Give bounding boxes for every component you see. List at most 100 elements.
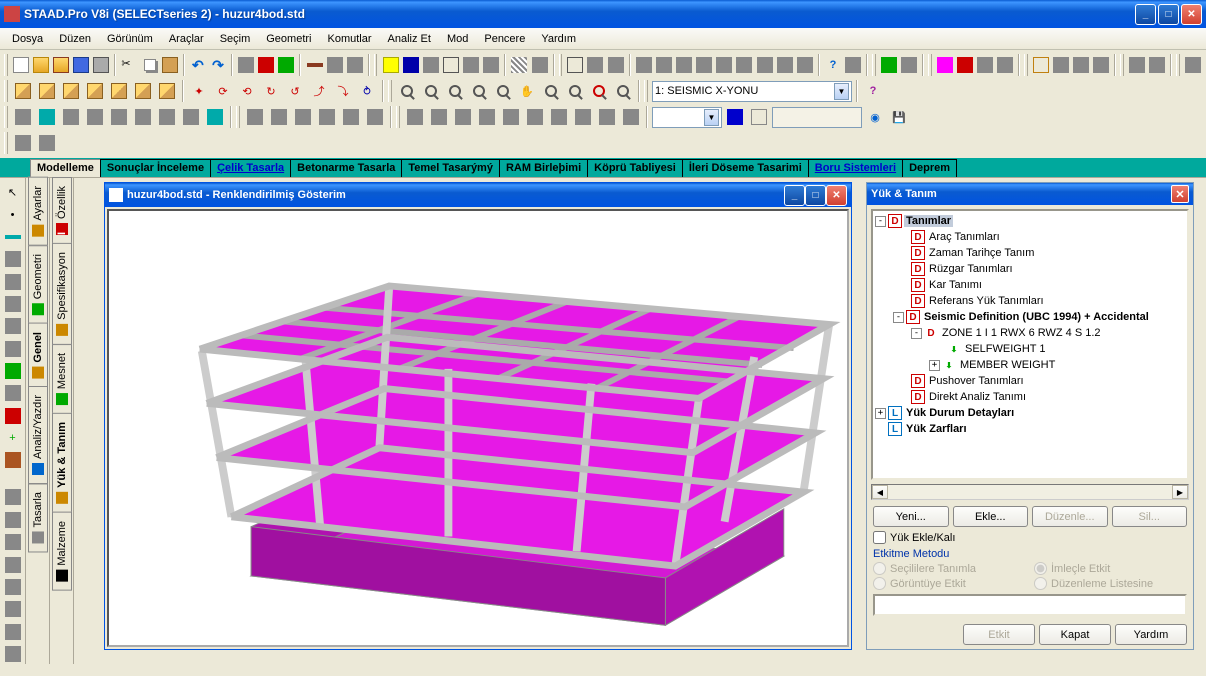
rotate-6-button[interactable]: ⤵ xyxy=(332,80,354,102)
sel-27[interactable] xyxy=(748,106,770,128)
tb-btn-40[interactable] xyxy=(1184,54,1202,76)
zoom-btn-x[interactable] xyxy=(564,80,586,102)
tb-btn-26[interactable] xyxy=(796,54,814,76)
tb-btn-22[interactable] xyxy=(715,54,733,76)
vt-15[interactable] xyxy=(2,510,24,530)
menu-pencere[interactable]: Pencere xyxy=(476,31,533,47)
print-button[interactable] xyxy=(92,54,110,76)
menu-analiz-et[interactable]: Analiz Et xyxy=(380,31,439,47)
tree-item[interactable]: DPushover Tanımları xyxy=(875,373,1185,389)
vt-18[interactable] xyxy=(2,577,24,597)
tree-item[interactable]: DZaman Tarihçe Tanım xyxy=(875,245,1185,261)
vtab-ozellik[interactable]: IÖzellik xyxy=(52,177,72,244)
delete-button[interactable]: Sil... xyxy=(1112,506,1188,527)
tab-betonarme[interactable]: Betonarme Tasarla xyxy=(290,159,402,177)
tb-btn-33[interactable] xyxy=(996,54,1014,76)
cube-4-button[interactable] xyxy=(84,80,106,102)
vtab-tasarla[interactable]: Tasarla xyxy=(28,483,48,552)
zoom-btn-y[interactable] xyxy=(588,80,610,102)
sel-10[interactable] xyxy=(244,106,266,128)
assign-button[interactable]: Etkit xyxy=(963,624,1035,645)
sel-11[interactable] xyxy=(268,106,290,128)
sel-7[interactable] xyxy=(156,106,178,128)
tree-item-zone[interactable]: -DZONE 1 I 1 RWX 6 RWZ 4 S 1.2 xyxy=(875,325,1185,341)
tb-btn-7[interactable] xyxy=(381,54,399,76)
tb-btn-27[interactable] xyxy=(844,54,862,76)
new-button[interactable] xyxy=(12,54,30,76)
radio-edit-list[interactable]: Düzenleme Listesine xyxy=(1034,577,1187,590)
tree-item[interactable]: DKar Tanımı xyxy=(875,277,1185,293)
chevron-down-icon[interactable]: ▼ xyxy=(834,83,849,100)
collapse-icon[interactable]: - xyxy=(911,328,922,339)
doc-close-button[interactable]: ✕ xyxy=(826,185,847,206)
cut-button[interactable]: ✂ xyxy=(120,54,138,76)
tb-btn-38[interactable] xyxy=(1128,54,1146,76)
r4-1[interactable] xyxy=(12,132,34,154)
tb-btn-2[interactable] xyxy=(257,54,275,76)
vt-9[interactable] xyxy=(2,361,24,381)
zoom-prev-button[interactable] xyxy=(492,80,514,102)
undo-button[interactable]: ↶ xyxy=(189,54,207,76)
sel-cursor-button[interactable]: ↖ xyxy=(2,182,24,202)
tab-boru[interactable]: Boru Sistemleri xyxy=(808,159,903,177)
radio-cursor[interactable]: İmleçle Etkit xyxy=(1034,562,1187,575)
sel-3[interactable] xyxy=(60,106,82,128)
info-button[interactable]: ? xyxy=(862,80,884,102)
sel-6[interactable] xyxy=(132,106,154,128)
vt-8[interactable] xyxy=(2,338,24,358)
sel-beam-button[interactable] xyxy=(2,227,24,247)
tb-btn-10[interactable] xyxy=(442,54,460,76)
tb-btn-37[interactable] xyxy=(1092,54,1110,76)
vtab-yuk-tanim[interactable]: Yük & Tanım xyxy=(52,413,72,513)
grip-icon[interactable] xyxy=(559,54,563,76)
grip-icon[interactable] xyxy=(4,106,8,128)
sel-16[interactable] xyxy=(404,106,426,128)
menu-komutlar[interactable]: Komutlar xyxy=(320,31,380,47)
menu-araclar[interactable]: Araçlar xyxy=(161,31,212,47)
tb-btn-24[interactable] xyxy=(755,54,773,76)
grip-icon[interactable] xyxy=(4,54,8,76)
tb-btn-35[interactable] xyxy=(1052,54,1070,76)
tb-btn-6[interactable] xyxy=(346,54,364,76)
spin-button[interactable]: ⥁ xyxy=(356,80,378,102)
vtab-genel[interactable]: Genel xyxy=(28,323,48,388)
copy-button[interactable] xyxy=(140,54,158,76)
sel-2[interactable] xyxy=(36,106,58,128)
rotate-1-button[interactable]: ⟳ xyxy=(212,80,234,102)
combo-small-2[interactable] xyxy=(772,107,862,128)
tree-item[interactable]: DRüzgar Tanımları xyxy=(875,261,1185,277)
sel-4[interactable] xyxy=(84,106,106,128)
scroll-left-button[interactable]: ◀ xyxy=(872,485,888,499)
tb-btn-16[interactable] xyxy=(586,54,604,76)
vtab-mesnet[interactable]: Mesnet xyxy=(52,344,72,414)
vtab-spesifikasyon[interactable]: Spesifikasyon xyxy=(52,243,72,345)
redo-button[interactable]: ↷ xyxy=(209,54,227,76)
grip-icon[interactable] xyxy=(396,106,400,128)
tree-item-selfweight[interactable]: ⬇SELFWEIGHT 1 xyxy=(875,341,1185,357)
tb-btn-14[interactable] xyxy=(530,54,548,76)
tb-btn-4[interactable] xyxy=(305,54,323,76)
tree-item-seismic[interactable]: -DSeismic Definition (UBC 1994) + Accide… xyxy=(875,309,1185,325)
tb-btn-39[interactable] xyxy=(1148,54,1166,76)
cube-7-button[interactable] xyxy=(156,80,178,102)
scroll-right-button[interactable]: ▶ xyxy=(1172,485,1188,499)
zoom-extents-button[interactable] xyxy=(468,80,490,102)
cube-6-button[interactable] xyxy=(132,80,154,102)
tree-item-load-env[interactable]: LYük Zarfları xyxy=(875,421,1185,437)
vt-17[interactable] xyxy=(2,554,24,574)
tree-item-memberw[interactable]: +⬇MEMBER WEIGHT xyxy=(875,357,1185,373)
doc-maximize-button[interactable]: □ xyxy=(805,185,826,206)
sel-12[interactable] xyxy=(292,106,314,128)
vt-16[interactable] xyxy=(2,532,24,552)
edit-button[interactable]: Düzenle... xyxy=(1032,506,1108,527)
tb-btn-32[interactable] xyxy=(976,54,994,76)
sel-19[interactable] xyxy=(476,106,498,128)
tb-btn-15[interactable] xyxy=(566,54,584,76)
cube-5-button[interactable] xyxy=(108,80,130,102)
sel-28[interactable]: ◉ xyxy=(864,106,886,128)
menu-gorunum[interactable]: Görünüm xyxy=(99,31,161,47)
minimize-button[interactable]: _ xyxy=(1135,4,1156,25)
tb-btn-3[interactable] xyxy=(277,54,295,76)
vt-7[interactable] xyxy=(2,316,24,336)
tab-kopru[interactable]: Köprü Tabliyesi xyxy=(587,159,683,177)
